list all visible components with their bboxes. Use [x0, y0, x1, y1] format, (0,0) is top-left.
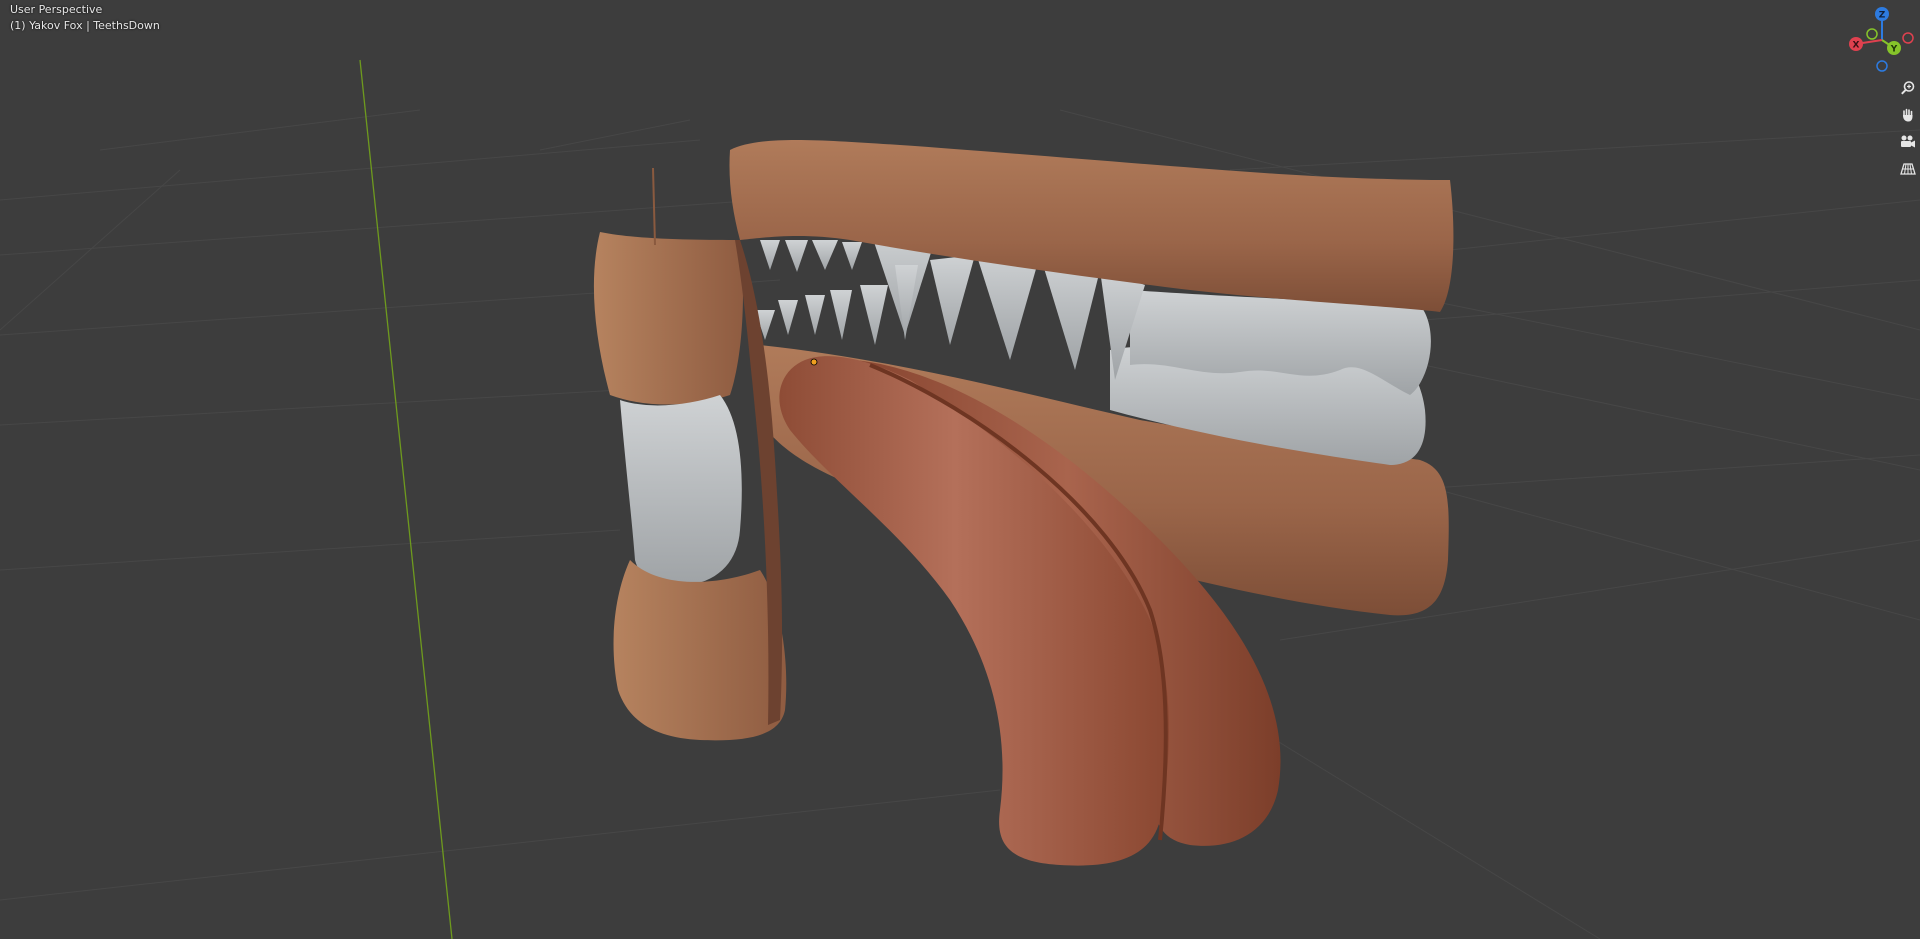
y-axis-line [359, 59, 453, 939]
zoom-tool[interactable] [1896, 76, 1920, 100]
object-origin[interactable] [810, 358, 818, 366]
z-axis-handle[interactable]: Z [1875, 7, 1889, 21]
y-axis-handle[interactable]: Y [1887, 41, 1901, 55]
svg-text:Y: Y [1890, 45, 1898, 55]
neg-x-axis-handle[interactable] [1902, 32, 1914, 44]
3d-viewport[interactable]: User Perspective (1) Yakov Fox | TeethsD… [0, 0, 1920, 939]
pan-tool[interactable] [1896, 103, 1920, 127]
hand-pan-icon [1903, 108, 1913, 122]
left-lower-gum[interactable] [613, 560, 787, 741]
x-axis-handle[interactable]: X [1849, 37, 1863, 51]
zoom-icon [1901, 81, 1915, 95]
navigation-gizmo[interactable]: Z X Y [1842, 2, 1920, 78]
perspective-grid-icon [1900, 163, 1916, 175]
view-mode-label: User Perspective [10, 3, 103, 16]
svg-text:Z: Z [1879, 11, 1886, 21]
camera-view-tool[interactable] [1896, 130, 1920, 154]
object-info-label: (1) Yakov Fox | TeethsDown [10, 19, 160, 32]
camera-view-icon [1901, 135, 1915, 148]
scene-render[interactable] [0, 0, 1920, 939]
left-upper-gum[interactable] [593, 232, 743, 405]
left-teeth [620, 395, 742, 587]
bone-spike [652, 167, 656, 246]
svg-text:X: X [1853, 41, 1860, 51]
perspective-toggle-tool[interactable] [1896, 157, 1920, 181]
neg-z-axis-handle[interactable] [1876, 60, 1888, 72]
neg-y-axis-handle[interactable] [1866, 28, 1878, 40]
